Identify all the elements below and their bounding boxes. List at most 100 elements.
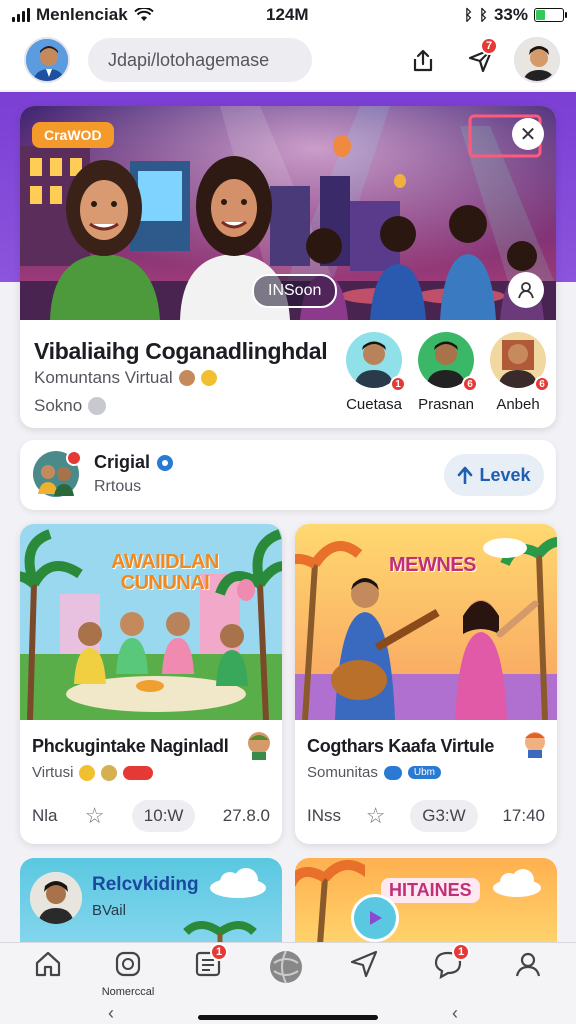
member-3[interactable]: 6 Anbeh	[482, 332, 554, 413]
bluetooth-icon: ᛒ	[463, 6, 473, 24]
member-1[interactable]: 1 Cuetasa	[338, 332, 410, 413]
tag-chip: Ubm	[407, 766, 441, 779]
group-avatars	[32, 450, 84, 498]
user-avatar[interactable]	[514, 37, 560, 83]
member-2[interactable]: 6 Prasnan	[410, 332, 482, 413]
close-button[interactable]: ✕	[512, 118, 544, 150]
community-image-title-4: HITAINES	[381, 878, 480, 903]
nav-profile[interactable]	[498, 949, 558, 984]
hero-meta: Sokno	[34, 396, 107, 416]
featured-image: CraWOD ✕ INSoon	[20, 106, 556, 320]
notification-badge: 7	[480, 37, 498, 55]
emoji-icon	[101, 764, 118, 781]
hero-tag: CraWOD	[32, 122, 114, 148]
wifi-icon	[133, 8, 154, 21]
battery-fill	[536, 10, 545, 20]
member-name: Cuetasa	[346, 396, 402, 413]
messages-badge: 1	[452, 943, 470, 961]
member-badge: 6	[534, 376, 550, 392]
cloud-icon	[493, 869, 541, 897]
community-foot-right-1: 27.8.0	[222, 806, 270, 825]
community-image-title-1: AWAIIDLAN CUNUNAI	[111, 551, 219, 594]
chevron-right-icon[interactable]: ‹	[452, 1003, 458, 1024]
group-subtitle: Rrtous	[94, 478, 142, 495]
top-nav: Jdapi/lotohagemase 7	[0, 30, 576, 90]
community-title-1: Phckugintake Naginladl	[32, 736, 229, 756]
nav-send[interactable]	[334, 949, 394, 984]
member-name: Anbeh	[496, 396, 540, 413]
star-icon[interactable]: ☆	[85, 803, 105, 829]
community-foot-left-2: INss	[307, 806, 341, 825]
community-subtitle-1: Virtusi	[32, 764, 154, 781]
hero-subtitle: Komuntans Virtual	[34, 368, 217, 388]
community-image-title-2: MEWNES	[389, 554, 477, 576]
community-stat-2: G3:W	[410, 800, 478, 832]
signal-icon	[12, 8, 30, 22]
nav-community[interactable]	[256, 949, 316, 990]
person-avatar-icon	[30, 872, 82, 924]
globe-icon	[270, 950, 302, 984]
nav-notifications[interactable]: Nomerccal	[98, 949, 158, 998]
featured-community-card[interactable]: CraWOD ✕ INSoon Vibaliaihg Coganadlinghd…	[20, 106, 556, 428]
share-button-hero[interactable]	[508, 272, 544, 308]
community-image-1: AWAIIDLAN CUNUNAI	[20, 524, 282, 720]
send-nav-icon	[350, 950, 378, 978]
hero-subtitle-text: Komuntans Virtual	[34, 368, 173, 387]
group-name: Crigial	[94, 452, 174, 473]
group-row[interactable]: Crigial Rrtous Levek	[20, 440, 556, 510]
nav-home[interactable]	[18, 949, 78, 984]
community-subtitle-text-2: Somunitas	[307, 764, 378, 781]
verified-icon	[88, 397, 107, 415]
nav-messages[interactable]: 1	[418, 943, 478, 984]
nav-notifications-label: Nomerccal	[101, 986, 155, 998]
hero-title: Vibaliaihg Coganadlinghdal	[34, 338, 328, 364]
search-input[interactable]: Jdapi/lotohagemase	[88, 38, 312, 82]
character-sticker-icon	[525, 732, 545, 758]
battery-icon	[534, 8, 567, 22]
group-avatar-icon	[33, 450, 82, 497]
character-sticker-icon	[248, 732, 270, 760]
link-icon	[383, 765, 402, 780]
chevron-left-icon[interactable]: ‹	[108, 1003, 114, 1024]
share-icon	[413, 49, 433, 72]
community-subtitle-text-1: Virtusi	[32, 764, 74, 781]
community-subtitle-2: Somunitas Ubm	[307, 764, 441, 781]
close-icon: ✕	[519, 123, 537, 146]
user-avatar-icon	[516, 39, 558, 81]
community-subtitle-3: BVail	[92, 902, 126, 919]
profile-avatar[interactable]	[24, 37, 70, 83]
send-button[interactable]: 7	[464, 37, 498, 77]
community-card-2[interactable]: MEWNES Cogthars Kaafa Virtule Somunitas …	[295, 524, 557, 844]
community-foot-left-1: Nla	[32, 806, 58, 825]
member-name: Prasnan	[418, 396, 474, 413]
community-avatar-3	[30, 872, 82, 924]
tag-chip	[123, 765, 154, 780]
carrier-name: Menlenciak	[36, 5, 128, 24]
play-icon	[370, 911, 382, 925]
bottom-navigation: Nomerccal 1 1 ‹ ‹	[0, 942, 576, 1024]
hero-meta-text: Sokno	[34, 396, 83, 415]
feed-badge: 1	[210, 943, 228, 961]
verified-badge-icon	[157, 454, 174, 471]
level-up-label: Levek	[479, 464, 531, 485]
community-title-2: Cogthars Kaafa Virtule	[307, 736, 495, 756]
community-foot-right-2: 17:40	[502, 806, 545, 825]
arrow-up-icon	[458, 466, 473, 484]
emoji-icon	[200, 370, 217, 386]
community-title-3: Relcvkiding	[92, 874, 199, 895]
community-card-1[interactable]: AWAIIDLAN CUNUNAI Phckugintake Naginladl…	[20, 524, 282, 844]
battery-percent: 33%	[493, 5, 528, 24]
group-name-text: Crigial	[94, 452, 151, 472]
play-button[interactable]	[351, 894, 399, 942]
community-footer-2: INss ☆ G3:W 17:40	[307, 800, 545, 832]
avatar-mini-icon	[178, 370, 195, 386]
nav-feed[interactable]: 1	[178, 943, 238, 984]
search-placeholder: Jdapi/lotohagemase	[108, 49, 270, 70]
notification-frame-icon	[115, 951, 141, 977]
level-up-button[interactable]: Levek	[444, 454, 544, 496]
share-button[interactable]	[406, 43, 440, 77]
join-pill[interactable]: INSoon	[252, 274, 338, 308]
star-icon[interactable]: ☆	[366, 803, 386, 829]
status-time: 124M	[266, 5, 309, 24]
person-outline-icon	[518, 282, 534, 299]
